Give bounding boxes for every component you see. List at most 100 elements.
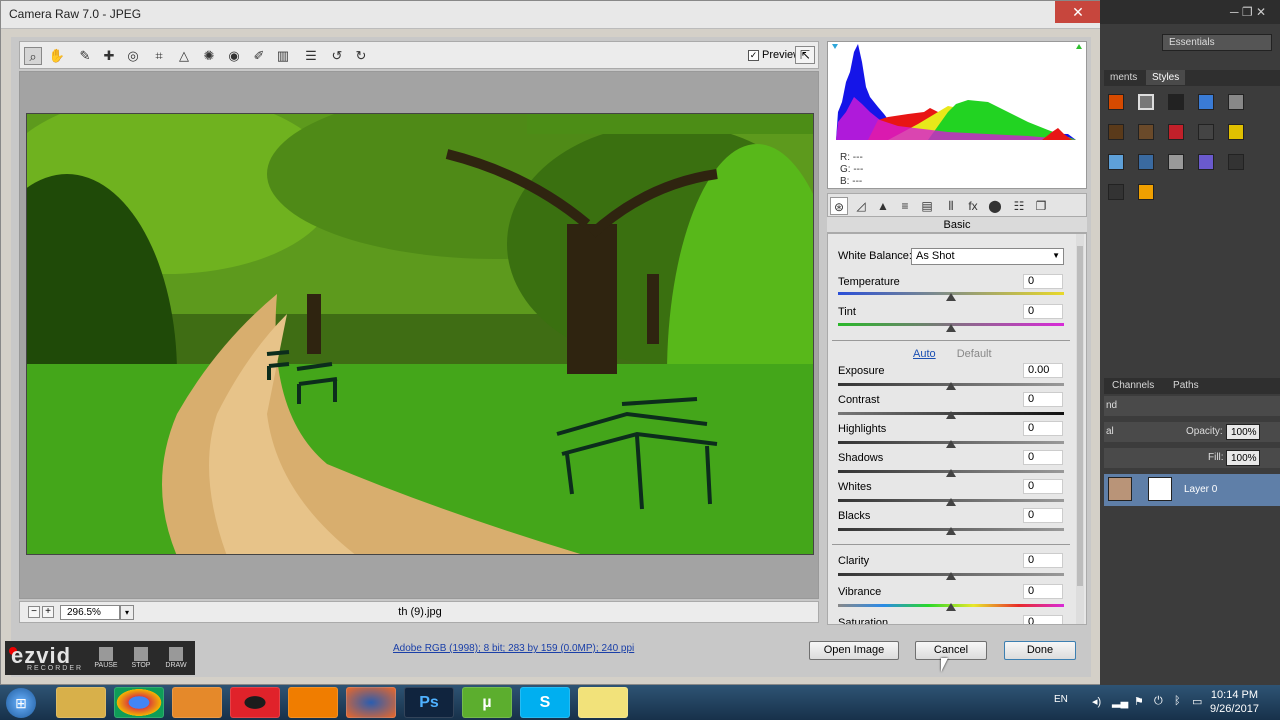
blend-mode-fragment[interactable]: nd [1106, 400, 1117, 411]
fill-field[interactable]: 100% [1226, 450, 1260, 466]
clock[interactable]: 10:14 PM 9/26/2017 [1210, 688, 1259, 716]
rotate-ccw-icon[interactable]: ↺ [328, 47, 346, 65]
preferences-icon[interactable]: ☰ [302, 47, 320, 65]
vlc-icon[interactable] [288, 687, 338, 718]
preview-checkbox[interactable]: ✓ [748, 49, 759, 61]
volume-icon[interactable]: ◂) [1092, 695, 1101, 708]
style-swatch[interactable] [1168, 154, 1184, 170]
spot-removal-icon[interactable]: ✺ [200, 47, 218, 65]
whites-field[interactable]: 0 [1023, 479, 1063, 494]
windows-start-button[interactable]: ⊞ [6, 688, 36, 718]
auto-link[interactable]: Auto [913, 348, 936, 360]
layer-mask-thumbnail[interactable] [1148, 477, 1172, 501]
default-link[interactable]: Default [957, 348, 992, 360]
vibrance-handle[interactable] [946, 603, 956, 611]
exposure-field[interactable]: 0.00 [1023, 363, 1063, 378]
crop-icon[interactable]: ⌗ [150, 47, 168, 65]
style-swatch[interactable] [1198, 94, 1214, 110]
media-player-icon[interactable] [172, 687, 222, 718]
style-swatch[interactable] [1228, 124, 1244, 140]
style-swatch[interactable] [1138, 154, 1154, 170]
style-swatch[interactable] [1228, 94, 1244, 110]
bluetooth-icon[interactable]: ᛒ [1174, 695, 1181, 707]
red-eye-icon[interactable]: ◉ [225, 47, 243, 65]
style-swatch[interactable] [1108, 184, 1124, 200]
style-swatch[interactable] [1138, 124, 1154, 140]
zoom-level-field[interactable]: 296.5% [60, 605, 120, 620]
whites-handle[interactable] [946, 498, 956, 506]
color-sampler-icon[interactable]: ✚ [100, 47, 118, 65]
style-swatch[interactable] [1198, 124, 1214, 140]
photoshop-icon[interactable]: Ps [404, 687, 454, 718]
style-swatch[interactable] [1168, 124, 1184, 140]
blacks-handle[interactable] [946, 527, 956, 535]
white-balance-icon[interactable]: ✎ [76, 47, 94, 65]
saturation-field[interactable]: 0 [1023, 615, 1063, 624]
draw-button[interactable]: DRAW [161, 645, 191, 673]
tint-handle[interactable] [946, 324, 956, 332]
style-swatch[interactable] [1108, 94, 1124, 110]
preview-toggle[interactable]: ✓ Preview [748, 49, 801, 61]
skype-icon[interactable]: S [520, 687, 570, 718]
cancel-button[interactable]: Cancel [915, 641, 987, 660]
pause-button[interactable]: PAUSE [91, 645, 121, 673]
graduated-filter-icon[interactable]: ▥ [274, 47, 292, 65]
detail-icon[interactable]: ▲ [874, 197, 892, 215]
presets-icon[interactable]: ☷ [1010, 197, 1028, 215]
blacks-field[interactable]: 0 [1023, 508, 1063, 523]
style-swatch[interactable] [1168, 94, 1184, 110]
workflow-options-link[interactable]: Adobe RGB (1998); 8 bit; 283 by 159 (0.0… [393, 643, 634, 654]
tab-channels[interactable]: Channels [1104, 378, 1162, 393]
opera-icon[interactable] [230, 687, 280, 718]
target-adjust-icon[interactable]: ◎ [124, 47, 142, 65]
clarity-field[interactable]: 0 [1023, 553, 1063, 568]
chrome-icon[interactable] [114, 687, 164, 718]
zoom-dropdown[interactable]: ▾ [120, 605, 134, 620]
highlights-field[interactable]: 0 [1023, 421, 1063, 436]
split-toning-icon[interactable]: ▤ [918, 197, 936, 215]
tab-adjustments[interactable]: ments [1104, 70, 1143, 85]
style-swatch[interactable] [1138, 94, 1154, 110]
language-indicator[interactable]: EN [1054, 694, 1068, 705]
fx-icon[interactable]: fx [964, 197, 982, 215]
panel-scrollbar[interactable] [1076, 234, 1084, 624]
shadows-field[interactable]: 0 [1023, 450, 1063, 465]
straighten-icon[interactable]: △ [175, 47, 193, 65]
scrollbar-thumb[interactable] [1077, 246, 1083, 586]
zoom-icon[interactable]: ⌕ [24, 47, 42, 65]
tone-curve-icon[interactable]: ◿ [852, 197, 870, 215]
display-icon[interactable]: ▭ [1192, 695, 1202, 708]
firefox-icon[interactable] [346, 687, 396, 718]
utorrent-icon[interactable]: µ [462, 687, 512, 718]
blend-mode-select[interactable]: al [1106, 426, 1114, 437]
rotate-cw-icon[interactable]: ↻ [352, 47, 370, 65]
close-button[interactable]: ✕ [1055, 1, 1101, 23]
notepad-icon[interactable] [578, 687, 628, 718]
temperature-handle[interactable] [946, 293, 956, 301]
basic-icon[interactable]: ⊛ [830, 197, 848, 215]
power-icon[interactable]: ⏻ [1154, 695, 1163, 708]
open-image-button[interactable]: Open Image [809, 641, 899, 660]
photoshop-window-controls[interactable]: ─ ❐ ✕ [1100, 0, 1280, 24]
style-swatch[interactable] [1228, 154, 1244, 170]
layer-row[interactable]: Layer 0 [1104, 474, 1280, 506]
image-canvas[interactable] [19, 71, 819, 599]
white-balance-select[interactable]: As Shot ▼ [911, 248, 1064, 265]
shadows-handle[interactable] [946, 469, 956, 477]
file-explorer-icon[interactable] [56, 687, 106, 718]
contrast-field[interactable]: 0 [1023, 392, 1063, 407]
tab-paths[interactable]: Paths [1165, 378, 1207, 393]
done-button[interactable]: Done [1004, 641, 1076, 660]
flag-icon[interactable]: ⚑ [1134, 695, 1144, 708]
zoom-in-button[interactable]: + [42, 606, 54, 618]
vibrance-field[interactable]: 0 [1023, 584, 1063, 599]
exposure-handle[interactable] [946, 382, 956, 390]
hand-icon[interactable]: ✋ [48, 47, 66, 65]
highlights-handle[interactable] [946, 440, 956, 448]
tab-styles[interactable]: Styles [1146, 70, 1186, 85]
clarity-handle[interactable] [946, 572, 956, 580]
style-swatch[interactable] [1198, 154, 1214, 170]
zoom-out-button[interactable]: − [28, 606, 40, 618]
layer-name[interactable]: Layer 0 [1184, 484, 1217, 495]
lens-icon[interactable]: ⦀ [942, 197, 960, 215]
